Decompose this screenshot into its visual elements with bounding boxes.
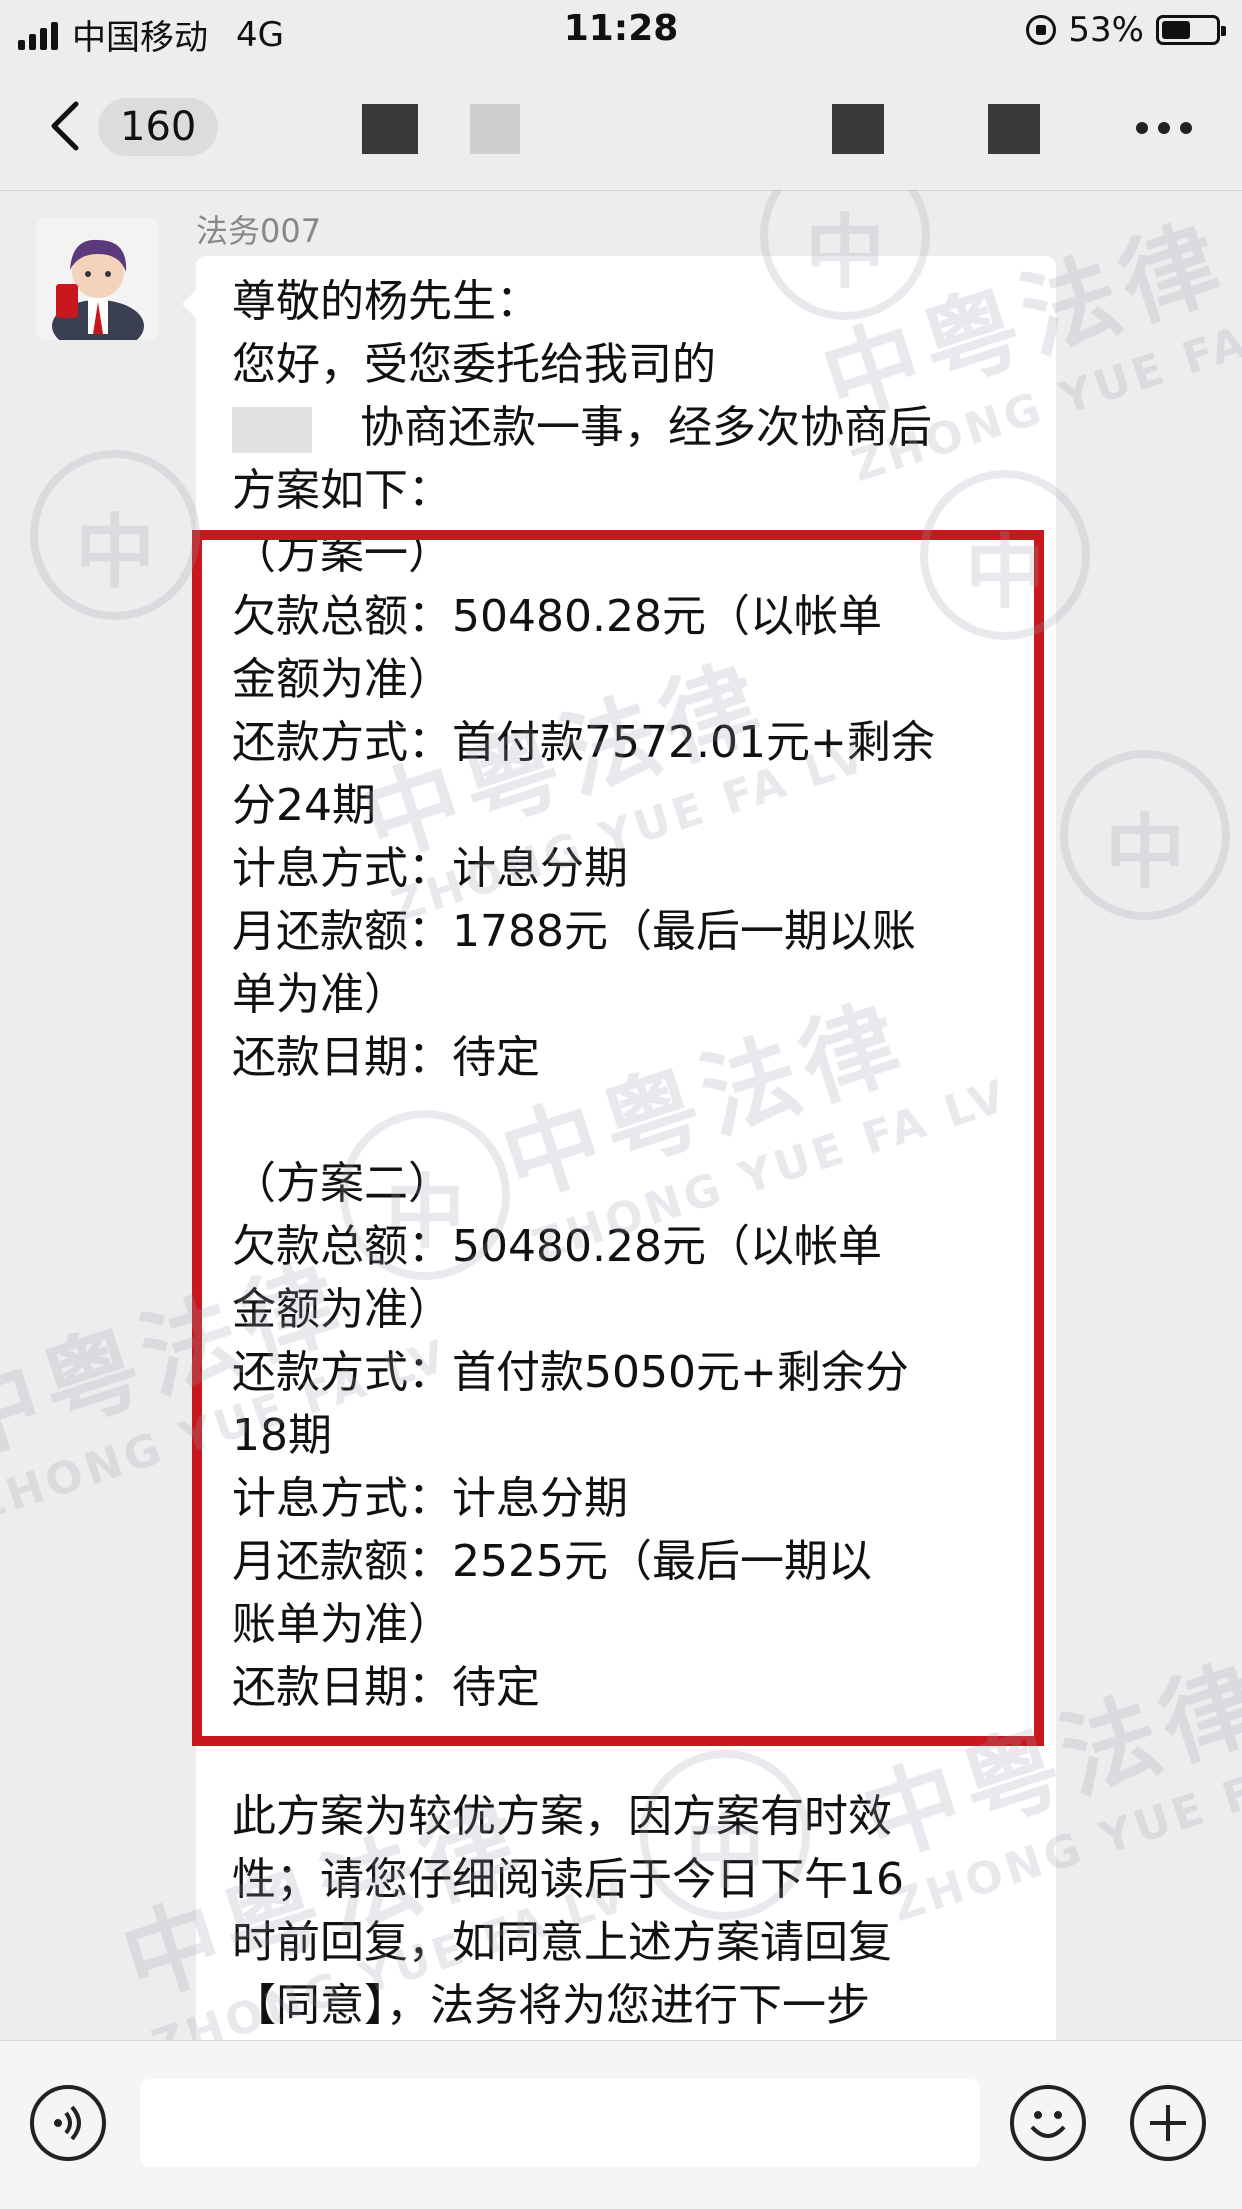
redacted-text [232,407,312,453]
chat-area: 法务007 尊敬的杨先生： 您好，受您委托给我司的 协商还款一事，经多次协商后 … [0,190,1242,2040]
watermark-seal [30,450,200,620]
message-line: 时前回复，如同意上述方案请回复 [232,1917,892,1968]
message-line-redacted: 协商还款一事，经多次协商后 [232,396,1032,459]
emoji-icon[interactable] [1010,2085,1086,2161]
more-icon[interactable] [1136,122,1192,134]
message-line: 尊敬的杨先生： [232,276,540,327]
message-line: 方案如下： [232,465,452,516]
status-right: 53% [1026,10,1226,50]
chat-nav-bar: 160 [0,64,1242,191]
redacted-title [832,104,884,154]
input-bar [0,2040,1242,2209]
plus-icon[interactable] [1130,2085,1206,2161]
message-line: 【同意】，法务将为您进行下一步 [232,1980,870,2031]
avatar[interactable] [36,218,158,340]
redacted-title [470,104,520,154]
unread-count[interactable]: 160 [98,98,219,156]
message-input[interactable] [140,2079,980,2167]
highlight-box [192,530,1044,1746]
watermark-seal [1060,750,1230,920]
message-line: 您好，受您委托给我司的 [232,339,716,390]
redacted-title [362,104,418,154]
message-line: 此方案为较优方案，因方案有时效 [232,1791,892,1842]
message-line: 性；请您仔细阅读后于今日下午16 [232,1854,904,1905]
chevron-left-icon[interactable] [40,96,100,156]
rotation-lock-icon [1026,15,1057,45]
battery-percent: 53% [1068,10,1144,50]
message-line: 协商还款一事，经多次协商后 [360,402,932,453]
voice-icon[interactable] [30,2085,106,2161]
sender-name: 法务007 [196,212,322,250]
battery-icon [1156,15,1226,45]
redacted-title [988,104,1040,154]
status-bar: 中国移动 4G 11:28 53% [0,0,1242,64]
